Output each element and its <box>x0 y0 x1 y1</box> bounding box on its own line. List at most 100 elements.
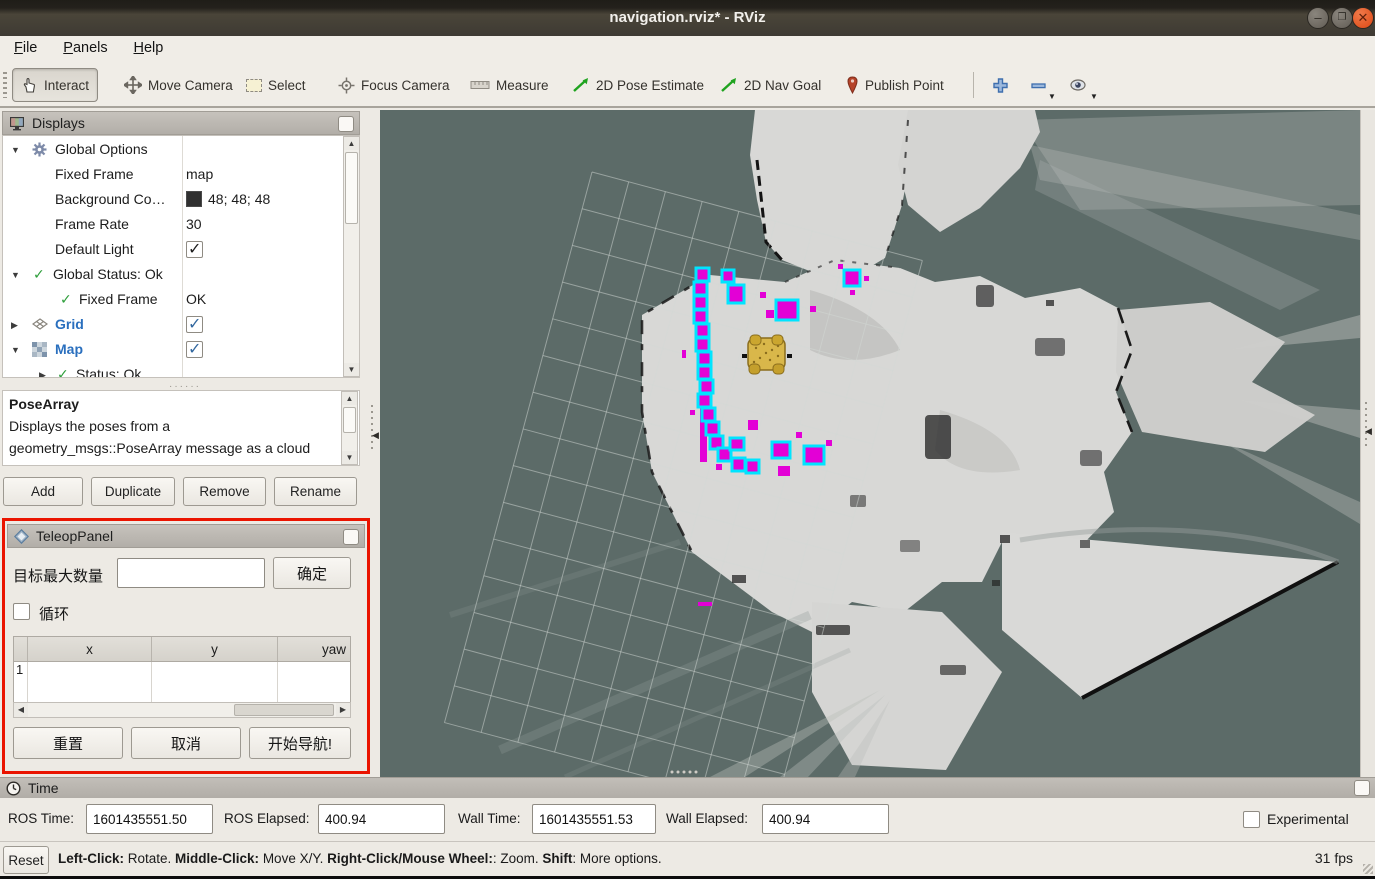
experimental-checkbox[interactable] <box>1243 811 1260 828</box>
time-panel-header[interactable]: Time <box>0 777 1375 798</box>
remove-display-button[interactable]: Remove <box>183 477 266 506</box>
float-panel-button[interactable] <box>338 116 354 132</box>
expander-icon[interactable]: ▼ <box>11 345 20 355</box>
3d-viewport-scene[interactable] <box>380 110 1360 777</box>
row-value[interactable]: map <box>186 166 213 182</box>
tool-select[interactable]: Select <box>238 68 314 102</box>
visibility-tool-button[interactable]: ▼ <box>1060 68 1096 102</box>
row-value[interactable]: 48; 48; 48 <box>208 191 270 207</box>
description-line: geometry_msgs::PoseArray message as a cl… <box>9 437 329 459</box>
max-goal-input[interactable] <box>117 558 265 588</box>
more-link[interactable]: More… <box>203 462 249 466</box>
tree-row-map-status[interactable]: ▶ ✓ Status: Ok <box>3 364 343 378</box>
scrollbar-thumb[interactable] <box>343 407 356 433</box>
column-header-yaw[interactable]: yaw <box>278 637 348 661</box>
cell-y[interactable] <box>152 662 278 702</box>
rename-display-button[interactable]: Rename <box>274 477 357 506</box>
3d-viewport[interactable] <box>380 110 1360 777</box>
cell-x[interactable] <box>28 662 152 702</box>
teleop-panel-header[interactable]: TeleopPanel <box>7 524 365 548</box>
scroll-up-button[interactable]: ▲ <box>342 392 357 405</box>
cancel-button[interactable]: 取消 <box>131 727 241 759</box>
chevron-down-icon[interactable]: ▼ <box>1048 92 1056 101</box>
duplicate-display-button[interactable]: Duplicate <box>91 477 175 506</box>
tree-row-map[interactable]: ▼ Map <box>3 339 343 363</box>
close-button[interactable]: ✕ <box>1352 7 1374 29</box>
tree-scrollbar[interactable]: ▲ ▼ <box>343 136 360 377</box>
grid-enabled-checkbox[interactable] <box>186 316 203 333</box>
loop-checkbox[interactable] <box>13 603 30 620</box>
tree-row-grid[interactable]: ▶ Grid <box>3 314 343 338</box>
description-scrollbar[interactable]: ▲ ▼ <box>341 391 358 465</box>
tool-focus-camera[interactable]: Focus Camera <box>330 68 458 102</box>
waypoint-table[interactable]: x y yaw 1 <box>13 636 351 703</box>
collapse-right-icon[interactable]: ◀ <box>1365 426 1374 437</box>
confirm-button[interactable]: 确定 <box>273 557 351 589</box>
row-value[interactable]: 30 <box>186 216 202 232</box>
scroll-left-button[interactable]: ◀ <box>14 703 28 717</box>
chevron-down-icon[interactable]: ▼ <box>1090 92 1098 101</box>
scrollbar-thumb[interactable] <box>345 152 358 224</box>
float-panel-button[interactable] <box>1354 780 1370 796</box>
expander-icon[interactable]: ▼ <box>11 145 20 155</box>
map-enabled-checkbox[interactable] <box>186 341 203 358</box>
scroll-down-button[interactable]: ▼ <box>344 363 359 376</box>
tool-interact[interactable]: Interact <box>12 68 98 102</box>
default-light-checkbox[interactable] <box>186 241 203 258</box>
eye-icon <box>1068 78 1088 92</box>
displays-tree[interactable]: ▼ Global Options Fixed Frame map Backgro… <box>2 135 360 378</box>
toolbar-drag-handle[interactable] <box>3 72 7 98</box>
expander-icon[interactable]: ▶ <box>39 370 46 378</box>
table-row[interactable]: 1 <box>14 662 350 702</box>
tool-publish-point[interactable]: Publish Point <box>838 68 952 102</box>
ros-time-label: ROS Time: <box>8 811 74 826</box>
tool-move-camera[interactable]: Move Camera <box>116 68 241 102</box>
resize-grip[interactable] <box>1363 864 1373 874</box>
scroll-down-button[interactable]: ▼ <box>342 451 357 464</box>
panel-title: Time <box>28 780 59 796</box>
panel-viewport-splitter[interactable]: ◀ <box>370 110 380 777</box>
column-header-x[interactable]: x <box>28 637 152 661</box>
minimize-button[interactable]: – <box>1307 7 1329 29</box>
tree-row-global-options[interactable]: ▼ Global Options <box>3 139 343 163</box>
menu-panels[interactable]: Panels <box>59 40 111 56</box>
ros-time-input[interactable] <box>86 804 213 834</box>
tree-row-fixed-frame-status[interactable]: ✓ Fixed Frame OK <box>3 289 343 313</box>
tree-row-fixed-frame[interactable]: Fixed Frame map <box>3 164 343 188</box>
tool-2d-pose-estimate[interactable]: 2D Pose Estimate <box>564 68 712 102</box>
menu-file[interactable]: File <box>10 40 41 56</box>
scroll-right-button[interactable]: ▶ <box>336 703 350 717</box>
float-panel-button[interactable] <box>343 529 359 545</box>
tree-row-background-color[interactable]: Background Co… 48; 48; 48 <box>3 189 343 213</box>
add-display-button[interactable]: Add <box>3 477 83 506</box>
start-navigation-button[interactable]: 开始导航! <box>249 727 351 759</box>
row-label: Background Co… <box>55 191 166 207</box>
scrollbar-thumb[interactable] <box>234 704 334 716</box>
displays-panel-header[interactable]: Displays <box>2 111 360 135</box>
menu-help[interactable]: Help <box>130 40 168 56</box>
right-panel-splitter[interactable]: ◀ <box>1360 110 1375 777</box>
table-horizontal-scrollbar[interactable]: ◀ ▶ <box>13 702 351 718</box>
reset-button[interactable]: Reset <box>3 846 49 874</box>
cell-yaw[interactable] <box>278 662 348 702</box>
add-tool-button[interactable] <box>984 68 1017 102</box>
ros-elapsed-input[interactable] <box>318 804 445 834</box>
tool-label: 2D Pose Estimate <box>596 78 704 93</box>
tree-row-global-status[interactable]: ▼ ✓ Global Status: Ok <box>3 264 343 288</box>
reset-goals-button[interactable]: 重置 <box>13 727 123 759</box>
column-header-y[interactable]: y <box>152 637 278 661</box>
tree-row-default-light[interactable]: Default Light <box>3 239 343 263</box>
tree-row-frame-rate[interactable]: Frame Rate 30 <box>3 214 343 238</box>
expander-icon[interactable]: ▼ <box>11 270 20 280</box>
expander-icon[interactable]: ▶ <box>11 320 18 331</box>
description-title: PoseArray <box>9 393 329 415</box>
wall-elapsed-input[interactable] <box>762 804 889 834</box>
tool-measure[interactable]: Measure <box>462 68 557 102</box>
panel-title: Displays <box>32 115 85 131</box>
wall-time-input[interactable] <box>532 804 656 834</box>
color-swatch[interactable] <box>186 191 202 207</box>
tool-2d-nav-goal[interactable]: 2D Nav Goal <box>712 68 829 102</box>
maximize-button[interactable]: ❐ <box>1331 7 1353 29</box>
remove-tool-button[interactable]: ▼ <box>1022 68 1055 102</box>
scroll-up-button[interactable]: ▲ <box>344 137 359 150</box>
